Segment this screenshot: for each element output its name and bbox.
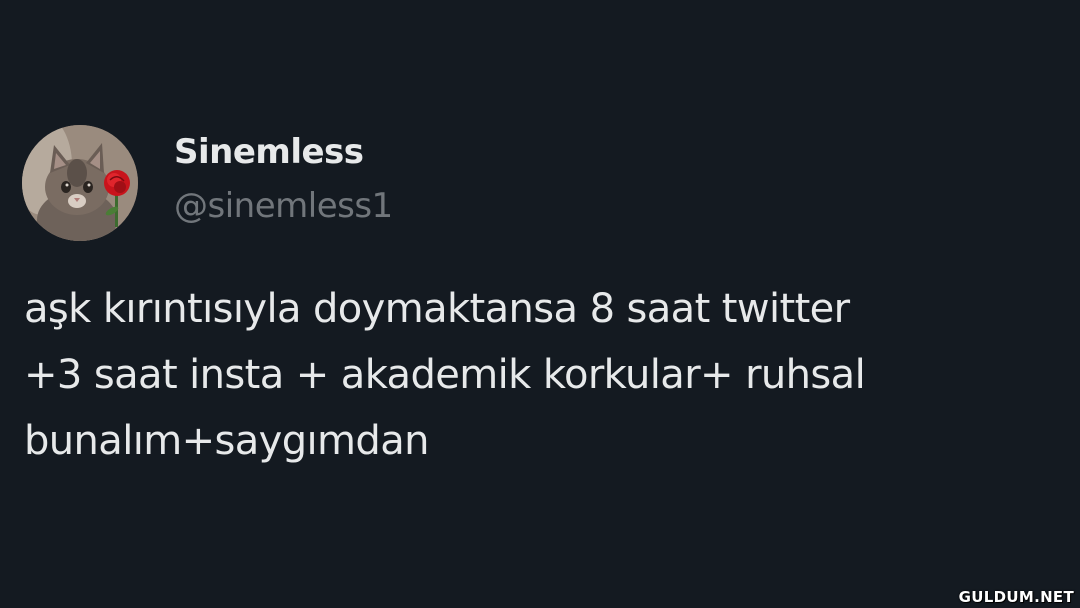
tweet-text-line: aşk kırıntısıyla doymaktansa 8 saat twit… xyxy=(24,286,850,332)
author-display-name[interactable]: Sinemless xyxy=(174,132,364,172)
author-handle[interactable]: @sinemless1 xyxy=(174,186,393,226)
profile-avatar[interactable] xyxy=(22,125,138,241)
cat-avatar-icon xyxy=(22,125,138,241)
tweet-text: aşk kırıntısıyla doymaktansa 8 saat twit… xyxy=(24,276,1064,474)
site-watermark: GULDUM.NET xyxy=(958,588,1074,606)
tweet-text-line: +3 saat insta + akademik korkular+ ruhsa… xyxy=(24,352,866,398)
tweet-text-line: bunalım+saygımdan xyxy=(24,418,429,464)
tweet-card: Sinemless @sinemless1 aşk kırıntısıyla d… xyxy=(0,0,1080,608)
